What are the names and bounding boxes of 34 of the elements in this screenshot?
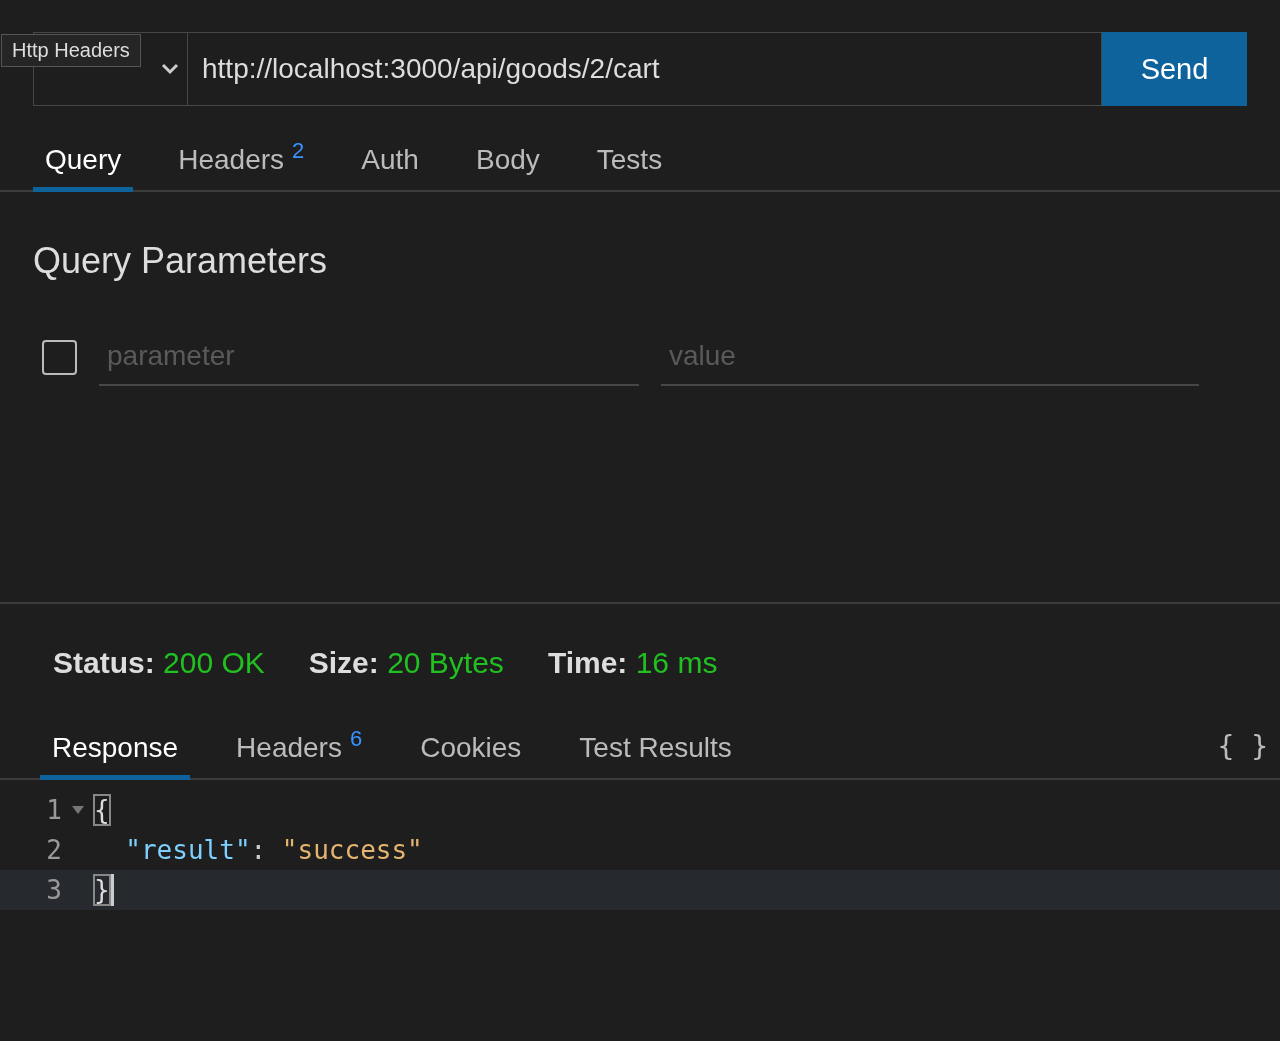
status-label: Status: — [53, 646, 155, 679]
fold-arrow-icon[interactable] — [72, 806, 84, 814]
tab[interactable]: Tests — [584, 134, 675, 192]
tab[interactable]: Body — [463, 134, 552, 192]
code-line: { — [94, 795, 110, 825]
line-number: 2 — [45, 835, 62, 865]
status-value: 16 ms — [635, 646, 718, 679]
line-number: 3 — [45, 875, 62, 905]
tab[interactable]: Cookies — [408, 726, 534, 780]
value-field[interactable]: value — [661, 328, 1199, 386]
count-label: 6 — [349, 726, 363, 752]
format-button[interactable]: { } — [1211, 729, 1274, 764]
code-line: "result": "success" — [124, 835, 423, 865]
tab[interactable]: Headers 2 — [166, 134, 317, 192]
count-label: 2 — [292, 138, 305, 164]
text-cursor — [110, 874, 114, 906]
status-value: 20 Bytes — [387, 646, 504, 679]
status-value: 200 OK — [163, 646, 265, 679]
tab[interactable]: Response — [40, 726, 191, 780]
checkbox[interactable] — [42, 339, 77, 375]
status-label: Time: — [547, 646, 628, 679]
url-field[interactable]: http://localhost:3000/api/goods/2/cart — [187, 32, 1102, 106]
send-button[interactable]: Send — [1102, 32, 1247, 106]
tab[interactable]: Query — [33, 134, 134, 192]
tooltip: Http Headers — [1, 34, 141, 67]
status-label: Size: — [308, 646, 379, 679]
code-line: } — [94, 875, 110, 905]
tab[interactable]: Auth — [349, 134, 431, 192]
section-title: Query Parameters — [33, 240, 329, 282]
line-number: 1 — [45, 795, 62, 825]
tab[interactable]: Test Results — [567, 726, 744, 780]
tab[interactable]: Headers 6 — [224, 726, 375, 780]
parameter-field[interactable]: parameter — [99, 328, 639, 386]
chevron-down-icon — [161, 63, 179, 75]
